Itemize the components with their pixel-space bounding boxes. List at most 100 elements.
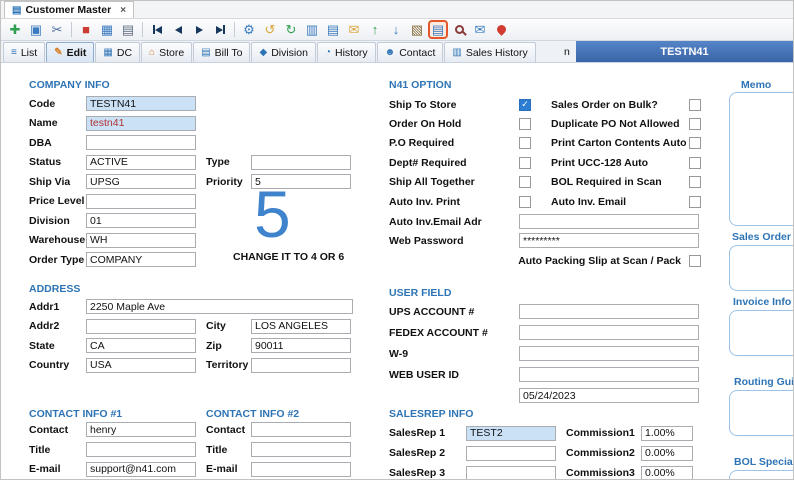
tab-list[interactable]: ≡ List: [3, 42, 46, 62]
checkbox-auto-packing-slip[interactable]: [689, 254, 701, 267]
company-info-title: COMPANY INFO: [29, 79, 110, 91]
state-input[interactable]: CA: [86, 338, 196, 354]
copy-document-icon[interactable]: ▥: [302, 20, 322, 39]
toolbar: ✚ ▣ ✂ ■ ▦ ▤ ⚙ ↺ ↻ ▥ ▤ ✉ ↑ ↓ ▧ ▤ ✉: [1, 19, 793, 41]
checkbox-p-o-required[interactable]: [519, 137, 531, 150]
tab-division[interactable]: ◆ Division: [251, 42, 316, 62]
user-field-input[interactable]: [519, 304, 699, 319]
contact1-email-row: E-mail support@n41.com: [29, 459, 196, 479]
checkbox-bol-required-in-scan[interactable]: [689, 176, 701, 189]
user-field-input[interactable]: 05/24/2023: [519, 388, 699, 403]
download-icon[interactable]: ↓: [386, 20, 406, 39]
user-field-input[interactable]: [519, 346, 699, 361]
commission-input[interactable]: 0.00%: [641, 465, 693, 479]
checkbox-ship-all-together[interactable]: [519, 176, 531, 189]
zip-input[interactable]: 90011: [251, 338, 351, 354]
checkbox-duplicate-po-not-allowed[interactable]: [689, 118, 701, 131]
nav-triangle: [154, 25, 162, 34]
tab-history[interactable]: ◔ History: [316, 42, 376, 62]
store-icon: ⌂: [149, 46, 156, 58]
previous-record-icon[interactable]: [168, 20, 188, 39]
country-input[interactable]: USA: [86, 357, 196, 373]
new-icon[interactable]: ✚: [5, 20, 25, 39]
next-record-icon[interactable]: [189, 20, 209, 39]
undo-icon[interactable]: ↺: [260, 20, 280, 39]
web-password-input[interactable]: *********: [519, 233, 699, 248]
send-mail-icon[interactable]: ✉: [470, 20, 490, 39]
user-field-label-web-user-id: WEB USER ID: [389, 368, 460, 381]
salesrep-input[interactable]: [466, 465, 556, 479]
commission-input[interactable]: 1.00%: [641, 425, 693, 441]
checkbox-dept-required[interactable]: [519, 156, 531, 169]
status-input[interactable]: ACTIVE: [86, 154, 196, 170]
mail-icon[interactable]: ✉: [344, 20, 364, 39]
name-input[interactable]: testn41: [86, 115, 196, 131]
search-icon[interactable]: [449, 20, 469, 39]
first-record-icon[interactable]: [147, 20, 167, 39]
commission-input[interactable]: 0.00%: [641, 445, 693, 461]
option-label-print-ucc-128-auto: Print UCC-128 Auto: [551, 156, 649, 169]
checkbox-print-carton-contents-auto[interactable]: [689, 137, 701, 150]
contact2-contact-input[interactable]: [251, 422, 351, 438]
address-title: ADDRESS: [29, 283, 81, 295]
last-record-icon[interactable]: [210, 20, 230, 39]
division-input[interactable]: 01: [86, 213, 196, 229]
salesrep-label-salesrep-1: SalesRep 1: [389, 427, 446, 439]
tab-contact[interactable]: ☻ Contact: [376, 42, 444, 62]
order-type-input[interactable]: COMPANY: [86, 252, 196, 268]
cut-icon[interactable]: ✂: [47, 20, 67, 39]
memo-label: Memo: [741, 79, 772, 91]
invoice-info-box[interactable]: [729, 310, 793, 356]
contact1-email-input[interactable]: support@n41.com: [86, 461, 196, 477]
save-icon[interactable]: ▦: [97, 20, 117, 39]
refresh-icon[interactable]: ↻: [281, 20, 301, 39]
close-tab-icon[interactable]: ×: [120, 5, 126, 16]
watermark-number: 5: [254, 177, 291, 251]
memo-box[interactable]: [729, 92, 793, 226]
document-tab-customer-master[interactable]: ▤ Customer Master ×: [4, 1, 135, 18]
salesrep-input[interactable]: [466, 445, 556, 461]
checkbox-ship-to-store[interactable]: ✓: [519, 98, 531, 111]
checkbox-auto-inv-email[interactable]: [689, 195, 701, 208]
city-input[interactable]: LOS ANGELES: [251, 318, 351, 334]
tab-edit[interactable]: ✎ Edit: [46, 42, 95, 62]
delete-icon[interactable]: ■: [76, 20, 96, 39]
ship-via-input[interactable]: UPSG: [86, 174, 196, 190]
checkbox-sales-order-on-bulk[interactable]: [689, 98, 701, 111]
contact2-email-input[interactable]: [251, 461, 351, 477]
addr1-input[interactable]: 2250 Maple Ave: [86, 299, 353, 315]
routing-guide-box[interactable]: [729, 390, 793, 436]
package-icon[interactable]: ▧: [407, 20, 427, 39]
type-input[interactable]: [251, 154, 351, 170]
print-icon[interactable]: ▤: [118, 20, 138, 39]
tab-dc[interactable]: ▦ DC: [95, 42, 141, 62]
tab-bill-to[interactable]: ▤ Bill To: [193, 42, 251, 62]
settings-gear-icon[interactable]: ⚙: [239, 20, 259, 39]
checkbox-auto-inv-print[interactable]: [519, 195, 531, 208]
user-field-input[interactable]: [519, 367, 699, 382]
checkbox-order-on-hold[interactable]: [519, 118, 531, 131]
bol-special-box[interactable]: [729, 470, 793, 479]
territory-input[interactable]: [251, 357, 351, 373]
warehouse-input[interactable]: WH: [86, 232, 196, 248]
upload-icon[interactable]: ↑: [365, 20, 385, 39]
addr2-input[interactable]: [86, 318, 196, 334]
user-field-input[interactable]: [519, 325, 699, 340]
auto-inv-email-input[interactable]: [519, 214, 699, 229]
ship-via-label: Ship Via: [29, 175, 71, 188]
code-input[interactable]: TESTN41: [86, 96, 196, 112]
contact1-contact-input[interactable]: henry: [86, 422, 196, 438]
tab-store[interactable]: ⌂ Store: [141, 42, 193, 62]
dba-input[interactable]: [86, 135, 196, 151]
sales-order-box[interactable]: [729, 245, 793, 291]
location-pin-icon[interactable]: [491, 20, 511, 39]
open-folder-icon[interactable]: ▣: [26, 20, 46, 39]
contact2-title-input[interactable]: [251, 442, 351, 458]
price-level-input[interactable]: [86, 193, 196, 209]
salesrep-input[interactable]: TEST2: [466, 425, 556, 441]
tab-sales-history[interactable]: ▥ Sales History: [444, 42, 536, 62]
document-scan-icon[interactable]: ▤: [428, 20, 448, 39]
checkbox-print-ucc-128-auto[interactable]: [689, 156, 701, 169]
report-icon[interactable]: ▤: [323, 20, 343, 39]
contact1-title-input[interactable]: [86, 442, 196, 458]
